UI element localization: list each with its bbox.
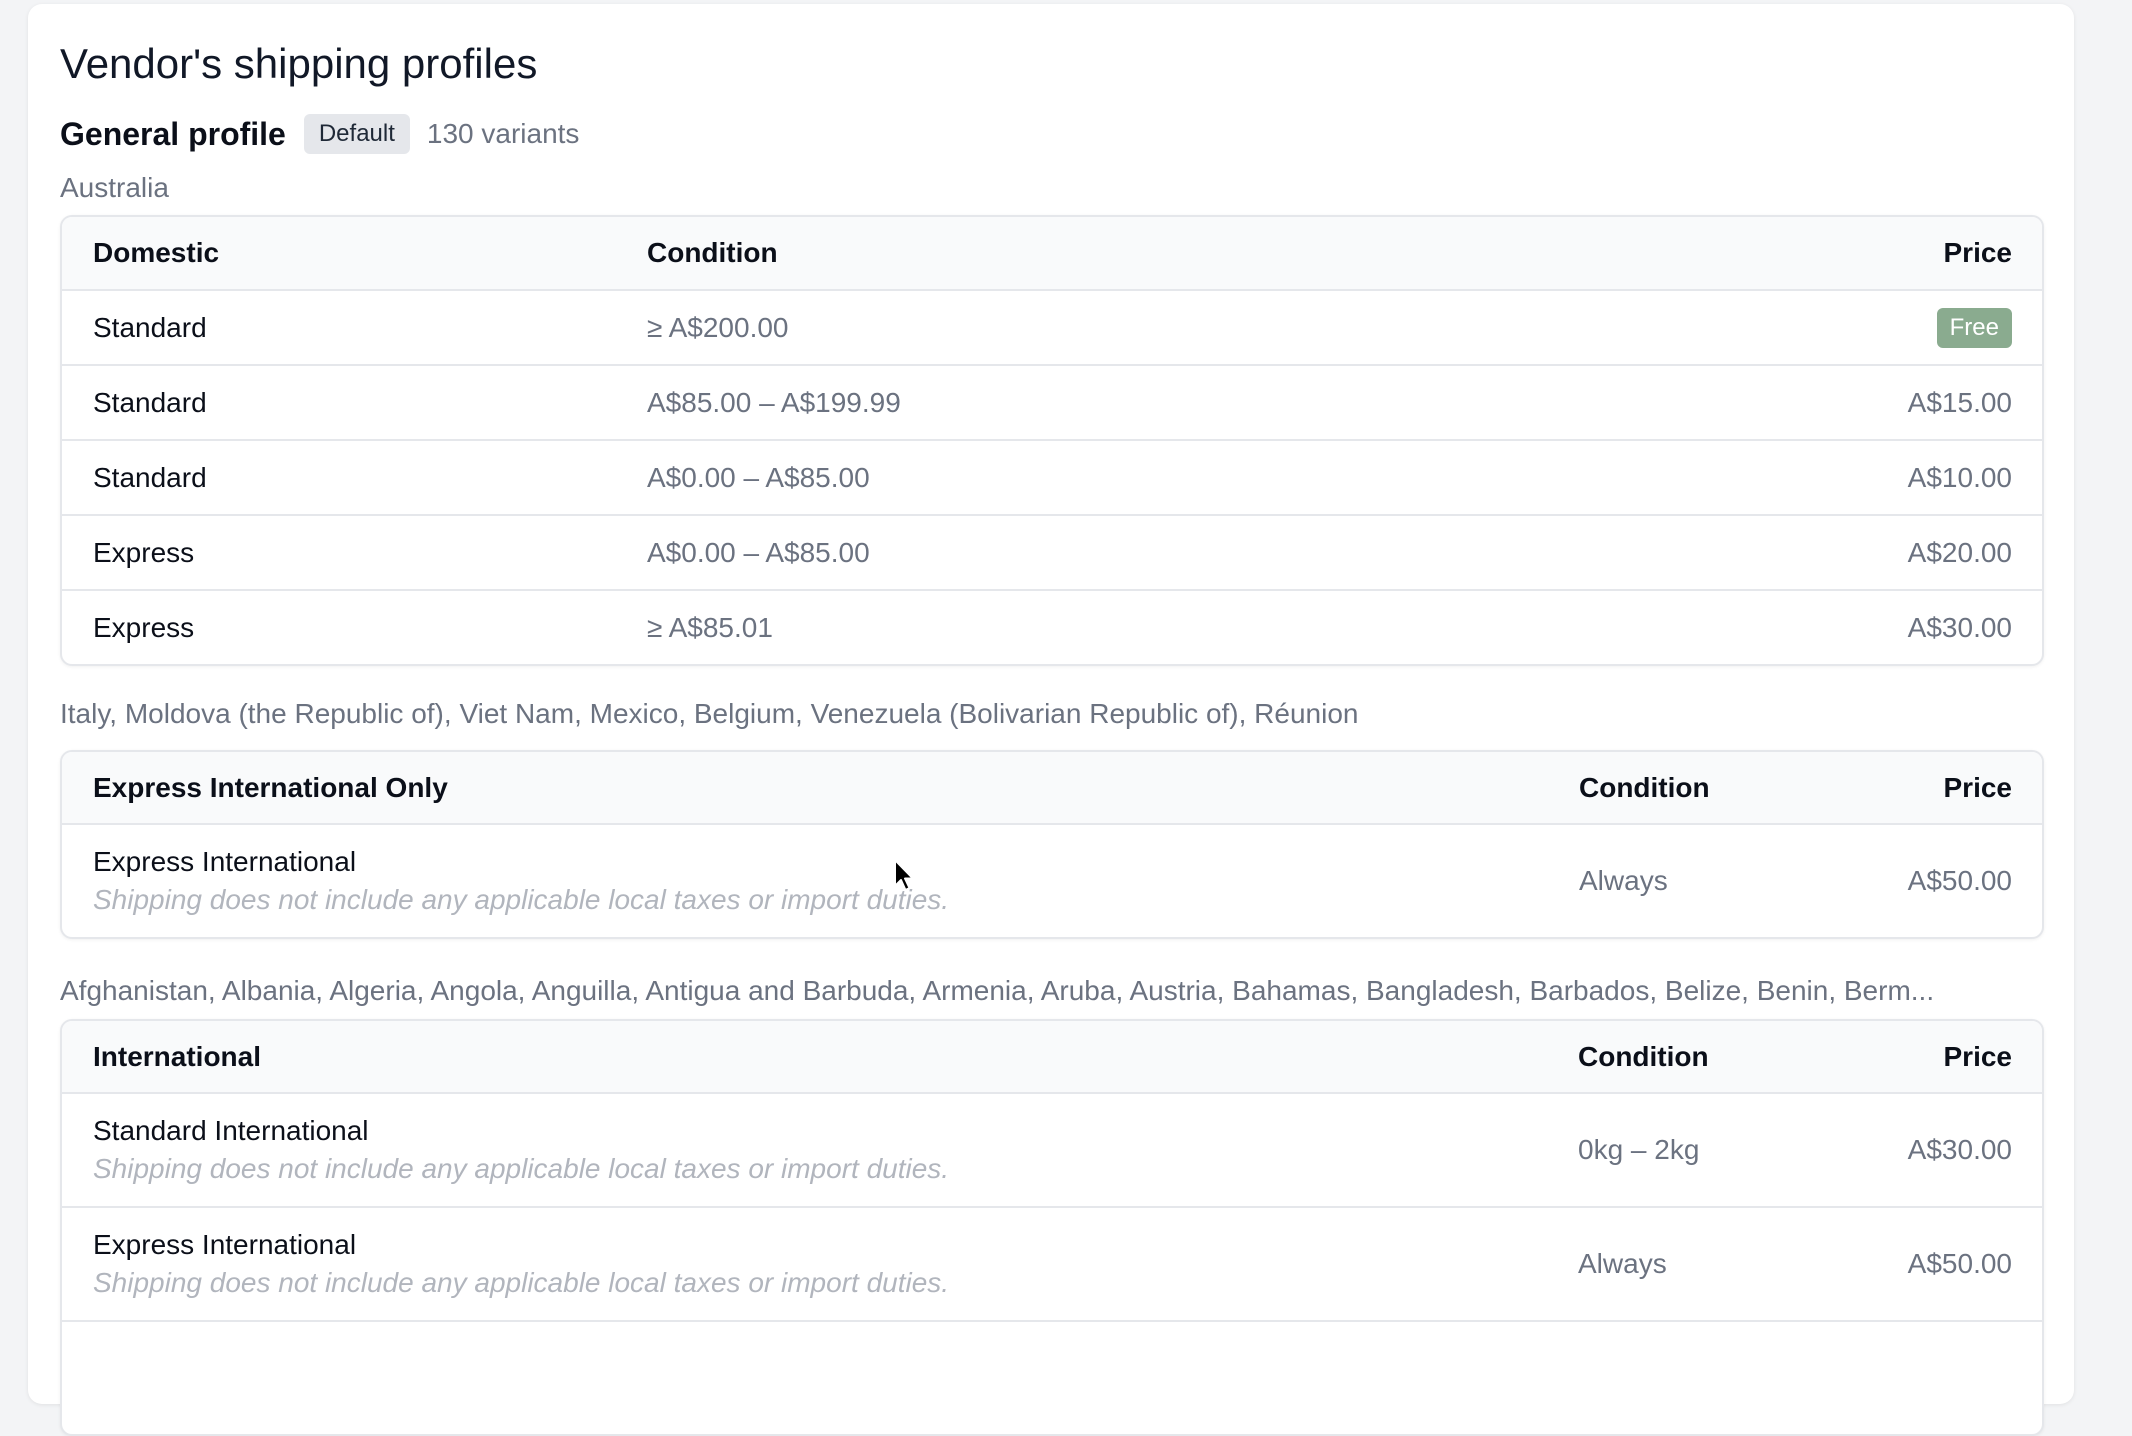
column-header-condition: Condition [1579, 771, 1710, 803]
rate-price: A$15.00 [1907, 386, 2012, 418]
rate-name: Express International [93, 846, 357, 877]
table-row [62, 1322, 2042, 1434]
rate-name: Express International [93, 1229, 357, 1260]
rate-name: Express [93, 536, 195, 568]
variants-count[interactable]: 130 variants [427, 118, 580, 150]
page-title: Vendor's shipping profiles [60, 40, 538, 87]
rate-name: Standard International [93, 1115, 369, 1146]
zone-label: Afghanistan, Albania, Algeria, Angola, A… [60, 975, 1935, 1006]
column-header-price: Price [1943, 237, 2013, 268]
rate-price: A$10.00 [1907, 461, 2012, 493]
panel-content: Vendor's shipping profiles General profi… [60, 34, 2044, 1436]
table-row: Standard ≥ A$200.00 Free [62, 291, 2042, 366]
table-header: Express International Only Condition Pri… [62, 752, 2042, 825]
table-row: Standard A$0.00 – A$85.00 A$10.00 [62, 441, 2042, 516]
profile-name: General profile [60, 115, 286, 152]
shipping-profiles-panel: Vendor's shipping profiles General profi… [28, 4, 2074, 1436]
rate-disclaimer: Shipping does not include any applicable… [93, 884, 950, 915]
rate-price: A$30.00 [1907, 611, 2012, 643]
rates-table-domestic: Domestic Condition Price Standard ≥ A$20… [60, 215, 2044, 666]
rate-info: Express International Shipping does not … [62, 846, 1579, 916]
table-row: Express ≥ A$85.01 A$30.00 [62, 591, 2042, 664]
rate-price: A$20.00 [1907, 536, 2012, 568]
rate-disclaimer: Shipping does not include any applicable… [93, 1267, 950, 1298]
free-badge: Free [1936, 307, 2012, 348]
rate-price: A$50.00 [1907, 1248, 2012, 1279]
rate-condition: A$0.00 – A$85.00 [647, 536, 870, 568]
rate-name: Standard [93, 386, 207, 418]
rate-condition: A$0.00 – A$85.00 [647, 461, 870, 493]
rate-info: Standard International Shipping does not… [62, 1115, 1578, 1185]
zone-label: Australia [60, 172, 169, 203]
rate-disclaimer: Shipping does not include any applicable… [93, 1153, 950, 1184]
zone-label: Italy, Moldova (the Republic of), Viet N… [60, 698, 1359, 729]
zone-express-international: Italy, Moldova (the Republic of), Viet N… [60, 694, 2044, 939]
column-header-condition: Condition [647, 237, 778, 268]
rate-price: A$30.00 [1907, 1134, 2012, 1165]
column-header-rate: International [93, 1040, 262, 1072]
rate-condition: ≥ A$200.00 [647, 311, 789, 343]
column-header-condition: Condition [1578, 1040, 1709, 1072]
rate-name: Express [93, 611, 195, 643]
column-header-price: Price [1943, 771, 2013, 803]
rate-name: Standard [93, 311, 207, 343]
column-header-price: Price [1943, 1040, 2013, 1072]
zone-international: Afghanistan, Albania, Algeria, Angola, A… [60, 971, 2044, 1436]
profile-header: General profile Default 130 variants [60, 113, 2044, 155]
rate-condition: 0kg – 2kg [1578, 1134, 1700, 1165]
mouse-pointer-icon [894, 859, 914, 891]
table-row: Express A$0.00 – A$85.00 A$20.00 [62, 516, 2042, 591]
rates-table-express-international: Express International Only Condition Pri… [60, 750, 2044, 939]
table-row: Standard International Shipping does not… [62, 1094, 2042, 1208]
rate-name: Standard [93, 461, 207, 493]
default-badge: Default [303, 114, 410, 154]
rate-condition: ≥ A$85.01 [647, 611, 773, 643]
table-header: International Condition Price [62, 1021, 2042, 1094]
zone-australia: Australia Domestic Condition Price Stand… [60, 171, 2044, 666]
column-header-rate: Express International Only [93, 771, 448, 803]
rates-table-international: International Condition Price Standard I… [60, 1019, 2044, 1436]
rate-info: Express International Shipping does not … [62, 1229, 1578, 1299]
table-row: Standard A$85.00 – A$199.99 A$15.00 [62, 366, 2042, 441]
column-header-rate: Domestic [93, 237, 220, 268]
rate-condition: Always [1578, 1248, 1667, 1279]
rate-condition: Always [1579, 865, 1668, 896]
rate-condition: A$85.00 – A$199.99 [647, 386, 901, 418]
table-row: Express International Shipping does not … [62, 825, 2042, 937]
table-header: Domestic Condition Price [62, 217, 2042, 291]
rate-price: A$50.00 [1907, 865, 2012, 896]
table-row: Express International Shipping does not … [62, 1208, 2042, 1322]
